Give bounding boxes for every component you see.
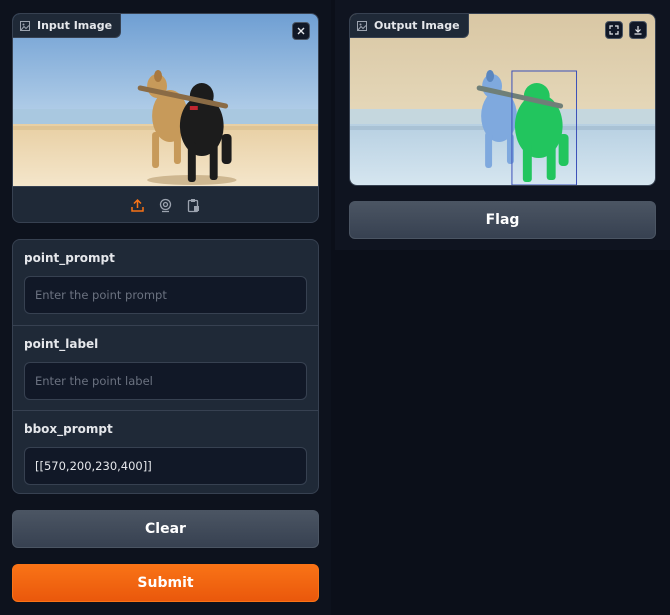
- point-label-input[interactable]: [24, 362, 307, 400]
- input-photo[interactable]: [13, 14, 318, 186]
- output-image-label-text: Output Image: [374, 19, 460, 32]
- output-photo[interactable]: [350, 14, 655, 186]
- bbox-prompt-label: bbox_prompt: [24, 422, 113, 436]
- webcam-icon[interactable]: [157, 197, 175, 215]
- clipboard-icon[interactable]: [185, 197, 203, 215]
- point-prompt-field: point_prompt: [13, 240, 318, 325]
- input-image-label-text: Input Image: [37, 19, 113, 32]
- flag-button[interactable]: Flag: [349, 201, 656, 239]
- point-prompt-label: point_prompt: [24, 251, 115, 265]
- output-image-component: Output Image: [349, 13, 656, 186]
- upload-icon[interactable]: [129, 197, 147, 215]
- input-toolbar: [13, 186, 318, 222]
- point-label-label: point_label: [24, 337, 99, 351]
- submit-button[interactable]: Submit: [12, 564, 319, 602]
- bbox-prompt-field: bbox_prompt: [13, 410, 318, 493]
- output-image-label: Output Image: [350, 14, 469, 38]
- bbox-prompt-input[interactable]: [24, 447, 307, 485]
- prompt-form: point_prompt point_label bbox_prompt: [12, 239, 319, 494]
- left-column: Input Image point_prompt Enter the point…: [0, 0, 331, 615]
- point-label-field: point_label: [13, 325, 318, 410]
- close-icon[interactable]: [292, 22, 310, 40]
- fullscreen-icon[interactable]: [605, 21, 623, 39]
- image-icon: [19, 20, 31, 32]
- input-image-component: Input Image: [12, 13, 319, 223]
- image-icon: [356, 20, 368, 32]
- input-image-label: Input Image: [13, 14, 122, 38]
- download-icon[interactable]: [629, 21, 647, 39]
- right-column: Output Image Flag: [335, 0, 670, 250]
- point-prompt-input[interactable]: [24, 276, 307, 314]
- clear-button[interactable]: Clear: [12, 510, 319, 548]
